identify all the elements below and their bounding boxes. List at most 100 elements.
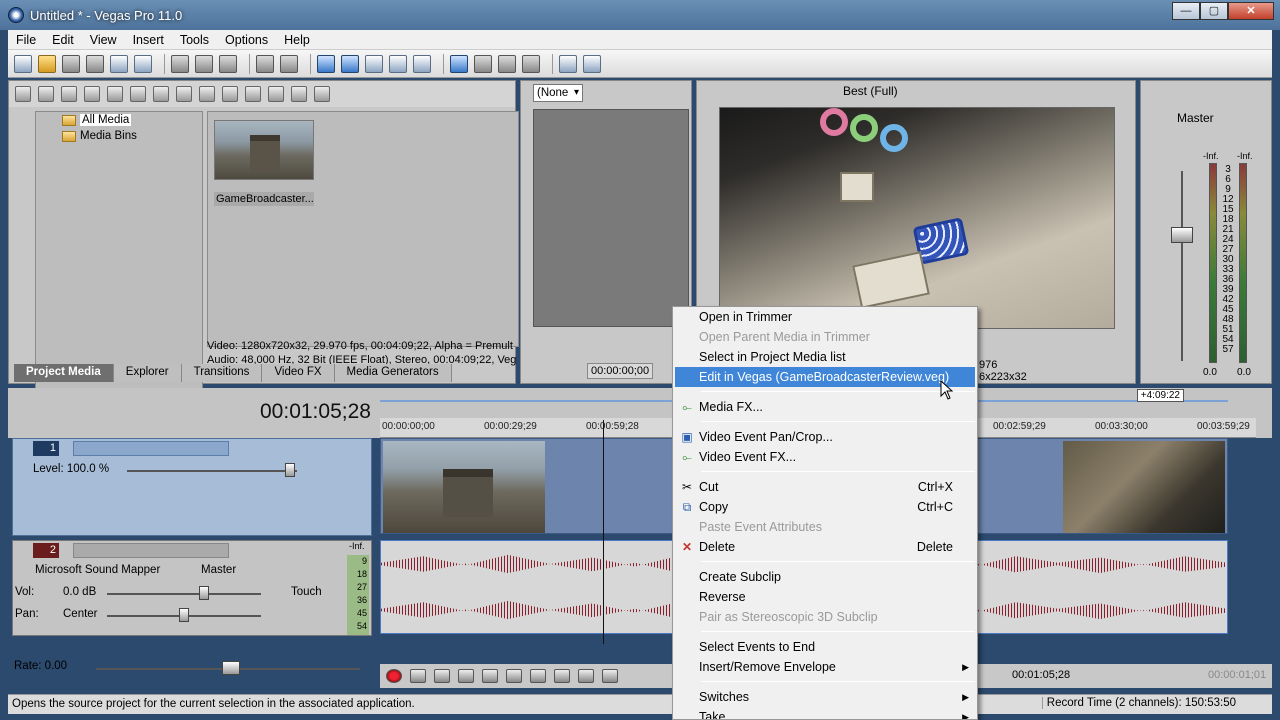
pause-icon[interactable] xyxy=(482,669,498,683)
properties-icon[interactable] xyxy=(176,86,192,102)
menu-item-open-parent-media[interactable]: Open Parent Media in Trimmer xyxy=(675,327,975,347)
audio-bus[interactable]: Master xyxy=(201,564,236,576)
go-to-end-icon[interactable] xyxy=(554,669,570,683)
menu-item-copy[interactable]: ⧉ Copy Ctrl+C xyxy=(675,497,975,517)
menu-help[interactable]: Help xyxy=(276,33,318,47)
envelope-tool-icon[interactable] xyxy=(474,54,492,73)
open-icon[interactable] xyxy=(38,54,56,73)
menu-file[interactable]: File xyxy=(8,33,44,47)
paste-icon[interactable] xyxy=(219,54,237,73)
snapping-icon[interactable] xyxy=(365,54,383,73)
audio-track-name[interactable] xyxy=(73,543,229,558)
save-icon[interactable] xyxy=(62,54,80,73)
menu-options[interactable]: Options xyxy=(217,33,276,47)
tab-media-generators[interactable]: Media Generators xyxy=(334,364,452,382)
level-slider-knob[interactable] xyxy=(285,463,295,477)
save-as-icon[interactable] xyxy=(86,54,104,73)
go-to-start-icon[interactable] xyxy=(530,669,546,683)
menu-item-select-events-to-end[interactable]: Select Events to End xyxy=(675,637,975,657)
loop-icon[interactable] xyxy=(410,669,426,683)
menu-item-media-fx[interactable]: ⟜ Media FX... xyxy=(675,397,975,417)
event-fx-icon[interactable] xyxy=(559,54,577,73)
pan-slider-knob[interactable] xyxy=(179,608,189,622)
redo-icon[interactable] xyxy=(280,54,298,73)
menu-item-pair-stereoscopic[interactable]: Pair as Stereoscopic 3D Subclip xyxy=(675,607,975,627)
import-media-icon[interactable] xyxy=(38,86,54,102)
tab-video-fx[interactable]: Video FX xyxy=(262,364,335,382)
remove-media-icon[interactable] xyxy=(153,86,169,102)
menu-item-select-in-project-media[interactable]: Select in Project Media list xyxy=(675,347,975,367)
minimize-button[interactable]: — xyxy=(1172,2,1200,20)
menu-item-paste-event-attributes[interactable]: Paste Event Attributes xyxy=(675,517,975,537)
views-icon[interactable] xyxy=(291,86,307,102)
normal-edit-tool-icon[interactable] xyxy=(450,54,468,73)
auto-crossfade-icon[interactable] xyxy=(389,54,407,73)
menu-insert[interactable]: Insert xyxy=(125,33,172,47)
trimmer-view[interactable] xyxy=(533,109,689,327)
get-media-web-icon[interactable] xyxy=(84,86,100,102)
undo-icon[interactable] xyxy=(256,54,274,73)
preview-quality[interactable]: Best (Full) xyxy=(843,84,898,98)
video-event-thumbnail-start[interactable] xyxy=(383,441,545,533)
menu-item-take[interactable]: Take ▶ xyxy=(675,707,975,719)
audio-device[interactable]: Microsoft Sound Mapper xyxy=(35,564,160,576)
menu-item-edit-in-vegas[interactable]: Edit in Vegas (GameBroadcasterReview.veg… xyxy=(675,367,975,387)
next-frame-icon[interactable] xyxy=(602,669,618,683)
record-icon[interactable] xyxy=(386,669,402,683)
volume-slider-knob[interactable] xyxy=(199,586,209,600)
video-track-name[interactable] xyxy=(73,441,229,456)
lock-envelopes-icon[interactable] xyxy=(341,54,359,73)
menu-view[interactable]: View xyxy=(82,33,125,47)
audio-track-header[interactable]: 2 -Inf. 9 18 27 36 45 54 Microsoft Sound Ma… xyxy=(12,540,372,636)
menu-edit[interactable]: Edit xyxy=(44,33,82,47)
menu-item-switches[interactable]: Switches ▶ xyxy=(675,687,975,707)
play-from-start-icon[interactable] xyxy=(434,669,450,683)
menu-item-cut[interactable]: ✂ Cut Ctrl+X xyxy=(675,477,975,497)
menu-item-pan-crop[interactable]: ▣ Video Event Pan/Crop... xyxy=(675,427,975,447)
menu-item-create-subclip[interactable]: Create Subclip xyxy=(675,567,975,587)
master-fader-knob[interactable] xyxy=(1171,227,1193,243)
render-icon[interactable] xyxy=(110,54,128,73)
media-thumbnail[interactable] xyxy=(214,120,314,180)
close-button[interactable]: ✕ xyxy=(1228,2,1274,20)
menu-item-insert-remove-envelope[interactable]: Insert/Remove Envelope ▶ xyxy=(675,657,975,677)
cut-icon[interactable] xyxy=(171,54,189,73)
menu-item-delete[interactable]: ✕ Delete Delete xyxy=(675,537,975,557)
stop-icon[interactable] xyxy=(506,669,522,683)
capture-video-icon[interactable] xyxy=(61,86,77,102)
previous-frame-icon[interactable] xyxy=(578,669,594,683)
menu-item-reverse[interactable]: Reverse xyxy=(675,587,975,607)
play-icon[interactable] xyxy=(458,669,474,683)
menu-tools[interactable]: Tools xyxy=(172,33,217,47)
stop-icon[interactable] xyxy=(245,86,261,102)
playhead-cursor[interactable] xyxy=(603,420,604,644)
tree-item-all-media[interactable]: All Media xyxy=(36,112,202,128)
auto-ripple-icon[interactable] xyxy=(317,54,335,73)
search-icon[interactable] xyxy=(314,86,330,102)
video-track-header[interactable]: 1 Level: 100.0 % xyxy=(12,438,372,536)
play-icon[interactable] xyxy=(222,86,238,102)
new-icon[interactable] xyxy=(14,54,32,73)
selection-tool-icon[interactable] xyxy=(498,54,516,73)
automation-mode[interactable]: Touch xyxy=(291,586,322,598)
ignore-grouping-icon[interactable] xyxy=(413,54,431,73)
properties-icon[interactable] xyxy=(134,54,152,73)
menu-item-open-in-trimmer[interactable]: Open in Trimmer xyxy=(675,307,975,327)
media-thumbnail-label[interactable]: GameBroadcaster... xyxy=(214,192,314,206)
trimmer-history-select[interactable]: (None xyxy=(533,84,583,102)
copy-icon[interactable] xyxy=(195,54,213,73)
close-panel-icon[interactable] xyxy=(15,86,31,102)
maximize-button[interactable]: ▢ xyxy=(1200,2,1228,20)
tree-item-media-bins[interactable]: Media Bins xyxy=(36,128,202,144)
search-media-icon[interactable] xyxy=(130,86,146,102)
media-fx-icon[interactable] xyxy=(107,86,123,102)
auto-preview-icon[interactable] xyxy=(268,86,284,102)
whats-this-icon[interactable] xyxy=(583,54,601,73)
tab-explorer[interactable]: Explorer xyxy=(113,364,182,382)
rate-slider-knob[interactable] xyxy=(222,661,240,675)
zoom-tool-icon[interactable] xyxy=(522,54,540,73)
tab-transitions[interactable]: Transitions xyxy=(181,364,263,382)
tab-project-media[interactable]: Project Media xyxy=(14,364,114,382)
media-tags-icon[interactable] xyxy=(199,86,215,102)
video-event-thumbnail-end[interactable] xyxy=(1063,441,1225,533)
